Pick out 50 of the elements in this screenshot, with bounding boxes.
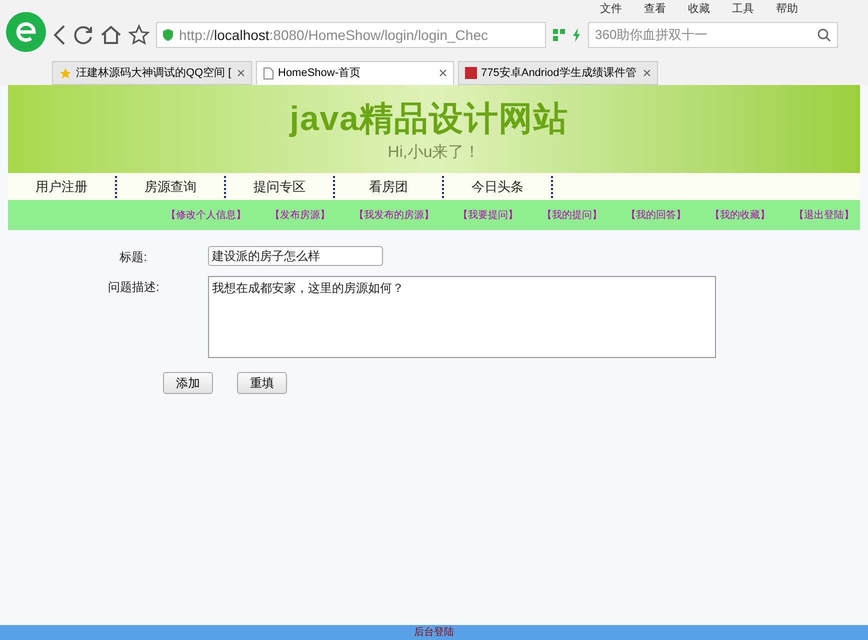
nav-link[interactable]: 【发布房源】 <box>264 208 336 222</box>
menu-item[interactable]: 文件 <box>600 0 622 18</box>
nav-link[interactable]: 【我的收藏】 <box>704 208 776 222</box>
nav-link[interactable]: 【修改个人信息】 <box>160 208 252 222</box>
url-text: http://localhost:8080/HomeShow/login/login_Chec <box>179 26 488 45</box>
browser-tab[interactable]: 775安卓Andriod学生成绩课件管 <box>458 61 658 85</box>
menu-item[interactable]: 收藏 <box>688 0 710 18</box>
nav-link[interactable]: 今日头条 <box>444 176 553 198</box>
browser-tab[interactable]: 汪建林源码大神调试的QQ空间 [ <box>52 61 252 85</box>
shield-icon <box>161 28 175 42</box>
nav-link[interactable]: 房源查询 <box>117 176 226 198</box>
menu-item[interactable]: 查看 <box>644 0 666 18</box>
site-subtitle: Hi,小u来了！ <box>388 142 480 162</box>
tab-title: 汪建林源码大神调试的QQ空间 [ <box>76 66 232 81</box>
home-icon[interactable] <box>100 24 122 46</box>
form-label: 标题: <box>118 249 148 266</box>
star-icon[interactable] <box>128 24 150 46</box>
refresh-icon[interactable] <box>72 24 94 46</box>
description-field[interactable]: 我想在成都安家，这里的房源如何？ <box>208 276 716 358</box>
favicon-icon <box>465 67 477 79</box>
tab-title: HomeShow-首页 <box>278 66 362 81</box>
form-button[interactable]: 重填 <box>237 372 287 394</box>
page-icon <box>263 66 274 80</box>
browser-tab[interactable]: HomeShow-首页 <box>256 61 454 85</box>
star-icon <box>59 66 72 80</box>
back-icon[interactable] <box>52 24 66 46</box>
admin-login-link[interactable]: 后台登陆 <box>0 625 868 640</box>
nav-link[interactable]: 看房团 <box>335 176 444 198</box>
site-title: java精品设计网站 <box>290 98 568 140</box>
title-field[interactable]: 建设派的房子怎么样 <box>208 246 383 266</box>
tab-title: 775安卓Andriod学生成绩课件管 <box>481 66 638 81</box>
lightning-icon[interactable] <box>572 28 582 42</box>
search-field[interactable]: 360助你血拼双十一 <box>588 22 838 48</box>
nav-link[interactable]: 【我要提问】 <box>452 208 524 222</box>
close-icon[interactable] <box>439 69 447 77</box>
nav-link[interactable]: 【我发布的房源】 <box>348 208 440 222</box>
browser-logo-icon <box>6 12 46 52</box>
close-icon[interactable] <box>237 69 245 77</box>
nav-link[interactable]: 【我的提问】 <box>536 208 608 222</box>
nav-link[interactable]: 用户注册 <box>8 176 117 198</box>
form-button[interactable]: 添加 <box>163 372 213 394</box>
menu-item[interactable]: 工具 <box>732 0 754 18</box>
address-bar[interactable]: http://localhost:8080/HomeShow/login/login_Chec <box>156 22 546 48</box>
nav-link[interactable]: 【我的回答】 <box>620 208 692 222</box>
menu-item[interactable]: 帮助 <box>776 0 798 18</box>
close-icon[interactable] <box>643 69 651 77</box>
nav-link[interactable]: 【退出登陆】 <box>788 208 860 222</box>
qr-code-icon[interactable] <box>552 28 566 42</box>
nav-link[interactable]: 提问专区 <box>226 176 335 198</box>
search-icon[interactable] <box>817 28 831 42</box>
